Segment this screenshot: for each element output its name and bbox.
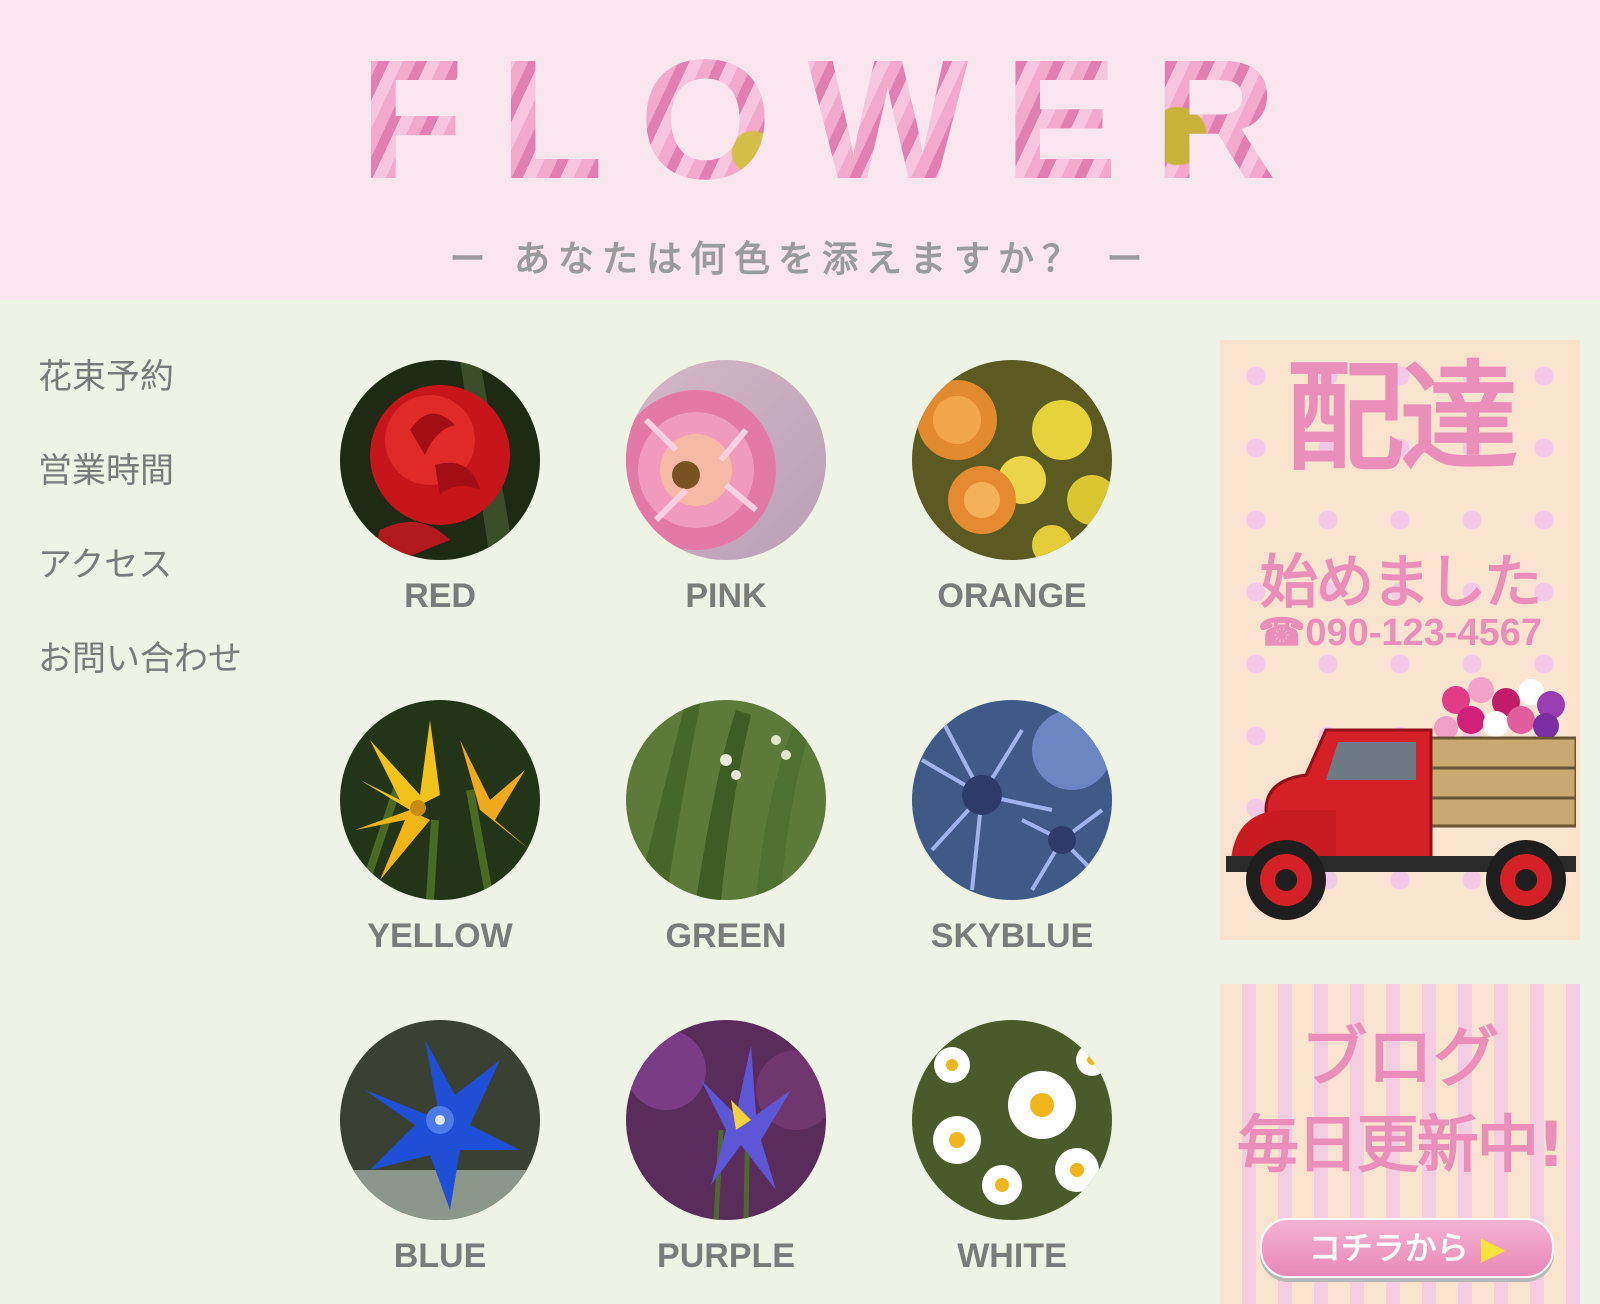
- color-label: PURPLE: [657, 1237, 795, 1275]
- color-item-yellow[interactable]: YELLOW: [340, 700, 540, 954]
- orange-flower-image: [912, 360, 1112, 560]
- color-label: PINK: [685, 577, 767, 615]
- color-item-pink[interactable]: PINK: [626, 360, 826, 614]
- color-item-orange[interactable]: ORANGE: [912, 360, 1112, 614]
- yellow-flower-image: [340, 700, 540, 900]
- nav-item-access[interactable]: アクセス: [38, 543, 242, 637]
- flower-truck-icon: [1226, 677, 1576, 920]
- blog-banner-title: ブログ: [1301, 1019, 1499, 1096]
- blog-banner-subtitle: 毎日更新中!: [1236, 1108, 1565, 1181]
- blog-link-button[interactable]: コチラから ▶: [1260, 1218, 1554, 1278]
- header: FLOWER ー あなたは何色を添えますか？ ー: [0, 0, 1600, 300]
- color-label: SKYBLUE: [930, 917, 1094, 955]
- play-arrow-icon: ▶: [1480, 1229, 1506, 1267]
- red-flower-image: [340, 360, 540, 560]
- color-label: BLUE: [393, 1237, 487, 1275]
- delivery-banner-subtitle: 始めました: [1259, 548, 1542, 616]
- site-logo[interactable]: FLOWER: [0, 40, 1600, 200]
- color-item-skyblue[interactable]: SKYBLUE: [912, 700, 1112, 954]
- delivery-banner[interactable]: 配達 始めました ☎090-123-4567: [1220, 340, 1580, 940]
- color-item-blue[interactable]: BLUE: [340, 1020, 540, 1274]
- color-item-green[interactable]: GREEN: [626, 700, 826, 954]
- delivery-banner-phone: ☎090-123-4567: [1258, 612, 1542, 654]
- pink-flower-image: [626, 360, 826, 560]
- color-label: ORANGE: [937, 577, 1087, 615]
- color-label: RED: [404, 577, 476, 615]
- skyblue-flower-image: [912, 700, 1112, 900]
- white-flower-image: [912, 1020, 1112, 1220]
- delivery-banner-title: 配達: [1285, 349, 1518, 487]
- nav-item-bouquet-reservation[interactable]: 花束予約: [38, 355, 242, 449]
- flower-color-grid: RED PINK ORANGE YELLOW GREEN SKYBLUE BLU…: [330, 360, 1190, 1300]
- color-label: GREEN: [665, 917, 787, 955]
- color-label: YELLOW: [367, 917, 513, 955]
- blog-link-button-label: コチラから: [1308, 1229, 1469, 1267]
- purple-flower-image: [626, 1020, 826, 1220]
- green-flower-image: [626, 700, 826, 900]
- color-label: WHITE: [957, 1237, 1067, 1275]
- side-nav: 花束予約 営業時間 アクセス お問い合わせ: [38, 355, 242, 731]
- color-item-white[interactable]: WHITE: [912, 1020, 1112, 1274]
- blue-flower-image: [340, 1020, 540, 1220]
- nav-item-contact[interactable]: お問い合わせ: [38, 637, 242, 731]
- nav-item-business-hours[interactable]: 営業時間: [38, 449, 242, 543]
- color-item-purple[interactable]: PURPLE: [626, 1020, 826, 1274]
- blog-banner[interactable]: ブログ 毎日更新中! コチラから ▶: [1220, 984, 1580, 1304]
- tagline: ー あなたは何色を添えますか？ ー: [449, 239, 1151, 280]
- color-item-red[interactable]: RED: [340, 360, 540, 614]
